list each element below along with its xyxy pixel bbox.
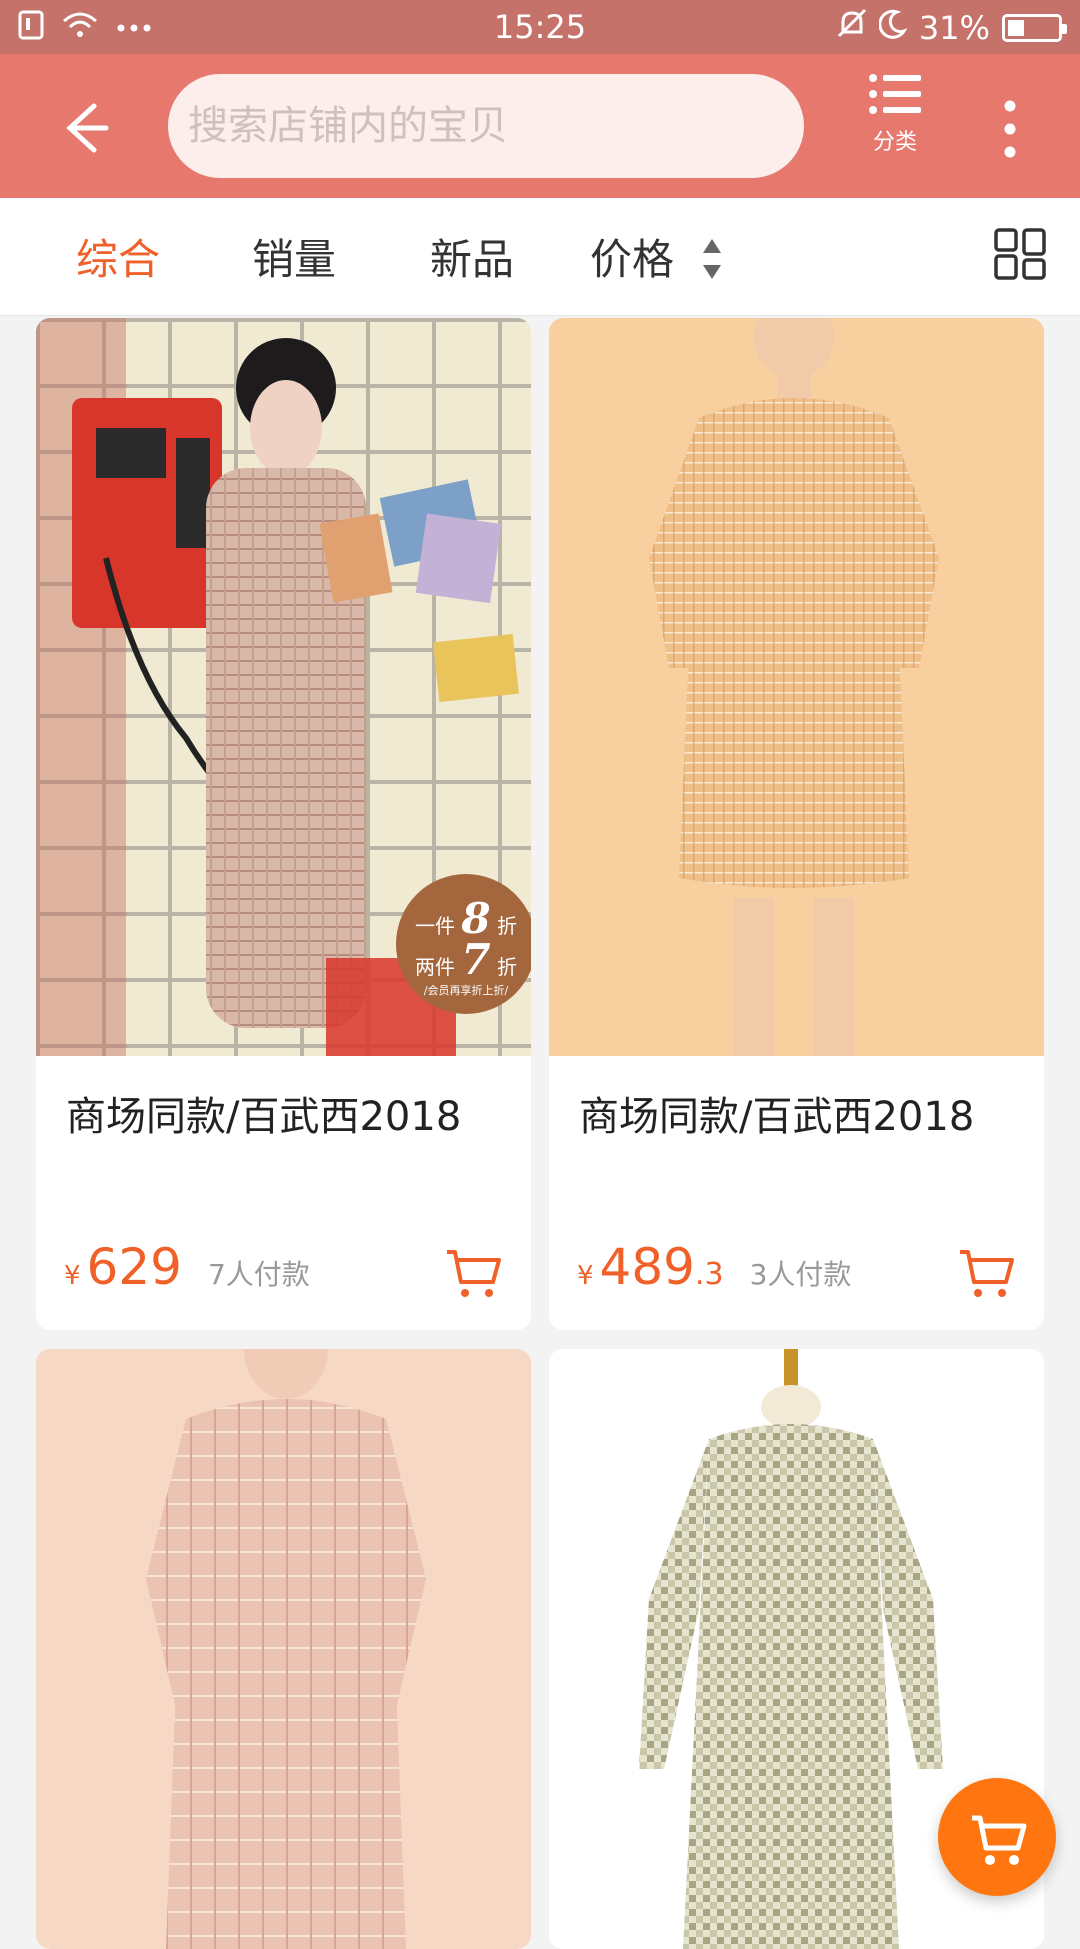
- status-icons-right: 31%: [837, 8, 1067, 48]
- sold-count: 3人付款: [749, 1258, 852, 1291]
- back-button[interactable]: [50, 92, 120, 162]
- floating-cart-button[interactable]: [938, 1778, 1056, 1896]
- grid-view-button[interactable]: [994, 228, 1046, 280]
- promo-badge: 一件 8 折 两件 7 折 /会员再享折上折/: [396, 874, 531, 1014]
- battery-percent: 31%: [918, 9, 990, 47]
- search-bar[interactable]: [168, 74, 804, 178]
- tab-new[interactable]: 新品: [430, 226, 514, 287]
- promo-note: /会员再享折上折/: [423, 984, 509, 997]
- sort-tabs: 综合 销量 新品 价格: [0, 198, 1080, 316]
- status-bar: 15:25 31%: [0, 0, 1080, 54]
- product-price: ¥ 629 7人付款: [64, 1238, 310, 1296]
- tab-price-label: 价格: [590, 235, 675, 284]
- price-integer: 489: [599, 1238, 695, 1296]
- product-price: ¥ 489 .3 3人付款: [577, 1238, 851, 1296]
- tab-sales[interactable]: 销量: [252, 226, 336, 287]
- cart-icon: [960, 1250, 1014, 1297]
- app-header: 分类: [0, 54, 1080, 198]
- currency-symbol: ¥: [64, 1261, 81, 1291]
- more-vertical-icon: [1004, 100, 1016, 158]
- currency-symbol: ¥: [577, 1261, 594, 1291]
- category-button[interactable]: 分类: [860, 72, 930, 182]
- more-button[interactable]: [990, 94, 1030, 164]
- product-image[interactable]: [36, 1349, 531, 1949]
- price-integer: 629: [86, 1238, 182, 1296]
- category-list-icon: [869, 74, 921, 114]
- category-label: 分类: [872, 130, 917, 155]
- product-title: 商场同款/百武西2018: [579, 1094, 975, 1140]
- product-title: 商场同款/百武西2018: [66, 1094, 462, 1140]
- back-arrow-icon: [66, 103, 109, 153]
- promo-num2: 7: [461, 935, 491, 984]
- sold-count: 7人付款: [207, 1258, 310, 1291]
- battery-icon: [1002, 14, 1067, 42]
- product-card[interactable]: 一件 8 折 两件 7 折 /会员再享折上折/ 商场同款/百武西2018 ¥ 6…: [36, 318, 531, 1330]
- bell-off-icon: [837, 8, 867, 48]
- add-to-cart-button[interactable]: [445, 1248, 501, 1300]
- promo-line2: 两件: [415, 955, 456, 979]
- price-decimal: .3: [694, 1257, 724, 1292]
- cart-icon: [447, 1250, 501, 1297]
- sort-arrows-icon: [703, 238, 722, 279]
- search-input[interactable]: [188, 103, 804, 149]
- product-info: 商场同款/百武西2018 ¥ 629 7人付款: [36, 1056, 531, 1330]
- promo-unit2: 折: [496, 955, 517, 979]
- product-card[interactable]: [36, 1349, 531, 1949]
- product-image[interactable]: [549, 318, 1044, 1056]
- add-to-cart-button[interactable]: [958, 1248, 1014, 1300]
- moon-icon: [878, 9, 908, 47]
- tab-comprehensive[interactable]: 综合: [76, 226, 160, 287]
- tab-price[interactable]: 价格: [590, 226, 723, 287]
- product-info: 商场同款/百武西2018 ¥ 489 .3 3人付款: [549, 1056, 1044, 1330]
- cart-icon: [972, 1815, 1027, 1865]
- product-card[interactable]: 商场同款/百武西2018 ¥ 489 .3 3人付款: [549, 318, 1044, 1330]
- grid-view-icon: [994, 228, 1046, 280]
